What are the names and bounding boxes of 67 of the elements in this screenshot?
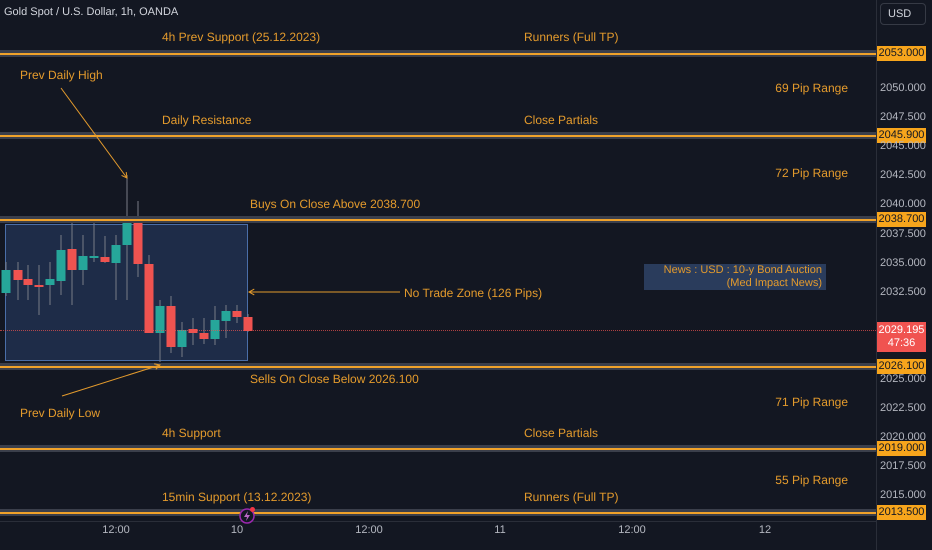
price-axis-label: 2022.500 [880, 402, 926, 415]
price-axis-label: 2042.500 [880, 169, 926, 182]
time-axis-label: 12:00 [617, 523, 647, 537]
candle [210, 306, 220, 346]
candle [2, 262, 10, 296]
annotation-label: Prev Daily High [20, 67, 103, 83]
candle [56, 234, 66, 296]
price-badge: 2045.900 [877, 128, 926, 143]
news-impact: (Med Impact News) [726, 277, 822, 290]
level-label: Buys On Close Above 2038.700 [250, 196, 420, 212]
price-badge: 2053.000 [877, 46, 926, 61]
candle [100, 236, 110, 264]
lightning-icon[interactable] [238, 506, 256, 524]
range-label: 72 Pip Range [774, 165, 848, 181]
level-label: 15min Support (13.12.2023) [162, 489, 312, 505]
time-axis-label: 11 [493, 523, 507, 537]
price-axis-label: 2050.000 [880, 82, 926, 95]
price-axis-label: 2020.000 [880, 431, 926, 443]
time-axis-label: 12:00 [354, 523, 384, 537]
current-price: 2029.195 [878, 324, 924, 337]
price-badge: 2019.000 [877, 441, 926, 456]
price-axis-label: 2015.000 [880, 489, 926, 502]
price-axis-label: 2047.500 [880, 111, 926, 124]
candle [178, 322, 186, 358]
range-label: 71 Pip Range [774, 394, 848, 410]
time-axis-label: 12:00 [101, 523, 131, 537]
price-badge: 2026.100 [877, 359, 926, 374]
news-title: News : USD : 10-y Bond Auction [664, 264, 822, 277]
time-axis-label: 12 [758, 523, 772, 537]
price-axis-label: 2017.500 [880, 460, 926, 473]
candle [166, 296, 176, 354]
level-label: Runners (Full TP) [524, 29, 618, 45]
annotation-label: No Trade Zone (126 Pips) [404, 285, 542, 301]
price-axis-label: 2037.500 [880, 228, 926, 241]
level-label: Sells On Close Below 2026.100 [250, 371, 419, 387]
price-axis-label: 2035.000 [880, 257, 926, 270]
candle [200, 318, 208, 344]
price-axis-label: 2040.000 [880, 198, 926, 211]
currency-button[interactable]: USD [880, 3, 926, 25]
price-axis-label: 2045.000 [880, 140, 926, 153]
candle [14, 262, 22, 300]
candle [78, 234, 88, 286]
candle [34, 264, 44, 316]
level-label: Runners (Full TP) [524, 489, 618, 505]
price-axis-label: 2025.000 [880, 373, 926, 386]
price-axis-label: 2032.500 [880, 286, 926, 299]
chart-title: Gold Spot / U.S. Dollar, 1h, OANDA [4, 5, 178, 19]
range-label: 55 Pip Range [774, 472, 848, 488]
range-label: 69 Pip Range [774, 80, 848, 96]
candle [24, 264, 32, 300]
candle [244, 314, 252, 332]
level-label: Close Partials [524, 112, 598, 128]
time-axis-label: 10 [230, 523, 244, 537]
candle [156, 300, 164, 362]
candle [188, 318, 198, 346]
candle [222, 304, 230, 338]
level-label: 4h Support [162, 425, 221, 441]
level-label: Close Partials [524, 425, 598, 441]
annotation-label: Prev Daily Low [20, 405, 100, 421]
price-countdown: 47:36 [888, 337, 916, 350]
level-label: 4h Prev Support (25.12.2023) [162, 29, 320, 45]
level-label: Daily Resistance [162, 112, 252, 128]
candle [112, 234, 120, 300]
candle [46, 262, 54, 306]
price-badge: 2013.500 [877, 505, 926, 520]
price-badge: 2038.700 [877, 212, 926, 227]
candle [232, 304, 242, 324]
